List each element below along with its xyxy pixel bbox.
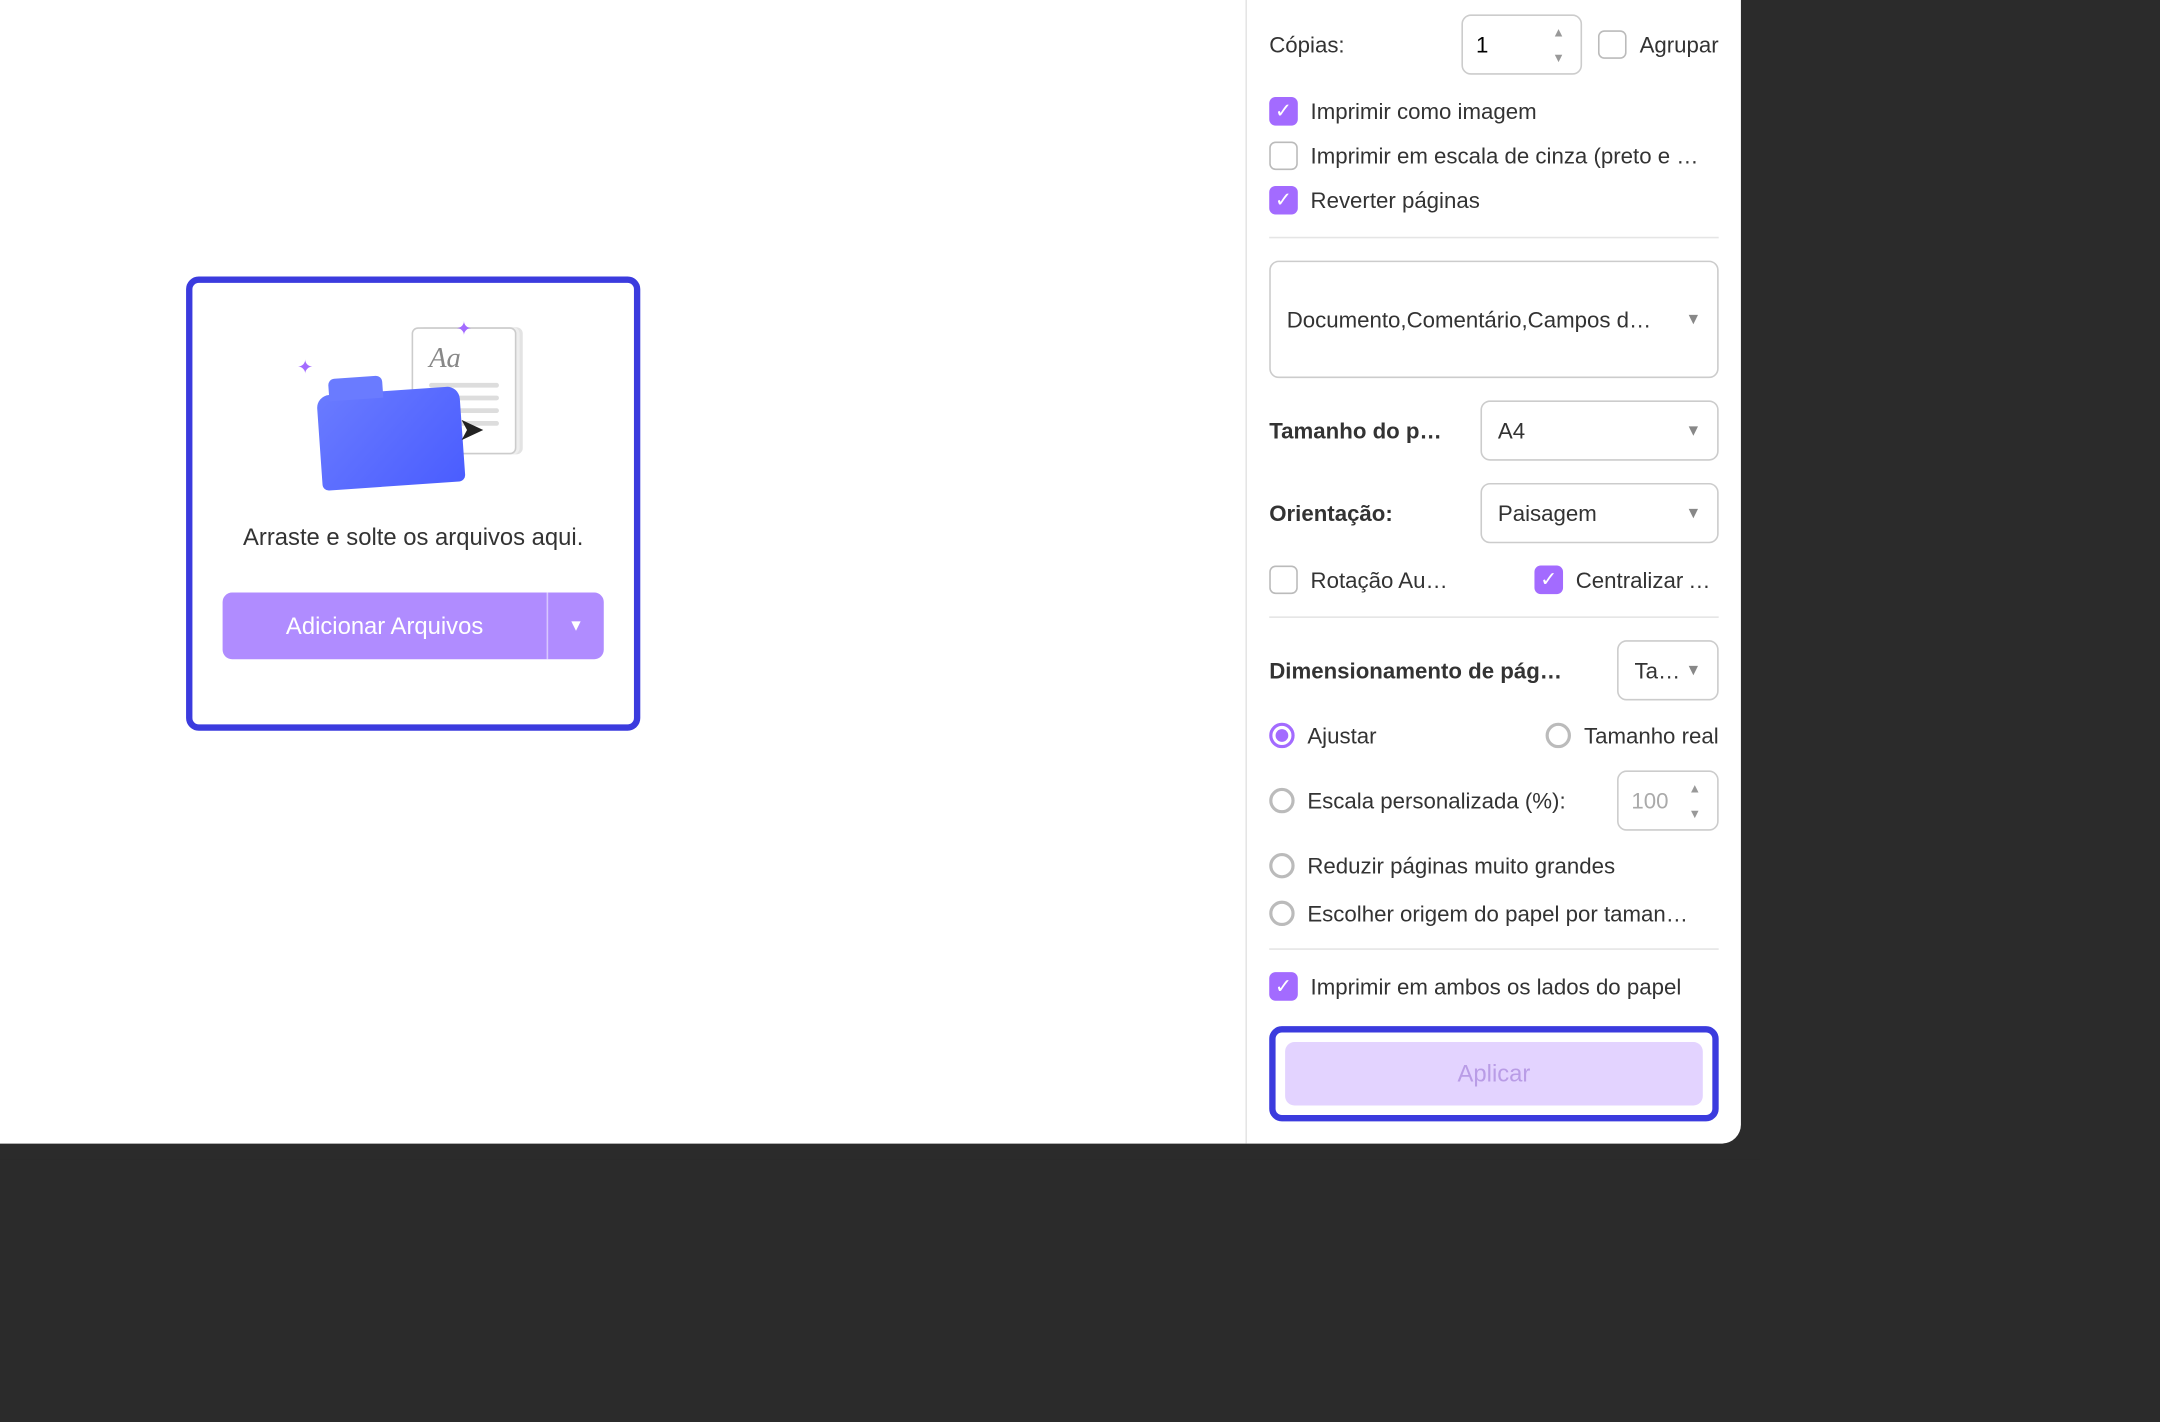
print-sidebar: ‹ Imprimir Microsoft Print to PDF ▼ Cópi… [1245, 0, 1741, 1144]
scaling-value: Ta… [1635, 658, 1681, 683]
spinner-up-icon[interactable]: ▲ [1552, 25, 1574, 39]
copies-label: Cópias: [1269, 32, 1344, 57]
paper-size-label: Tamanho do p… [1269, 418, 1442, 443]
custom-scale-value: 100 [1631, 788, 1668, 813]
orientation-value: Paisagem [1498, 500, 1597, 525]
add-files-label: Adicionar Arquivos [223, 612, 547, 639]
scaling-label: Dimensionamento de pág… [1269, 658, 1562, 683]
main-panel: ➤ ✦ ✦ Arraste e solte os arquivos aqui. … [0, 0, 1245, 1144]
orientation-label: Orientação: [1269, 500, 1393, 525]
sparkle-icon: ✦ [456, 318, 472, 340]
add-files-button[interactable]: Adicionar Arquivos ▼ [223, 593, 604, 660]
apply-button[interactable]: Aplicar [1285, 1042, 1703, 1106]
shrink-radio[interactable]: Reduzir páginas muito grandes [1269, 853, 1718, 878]
copies-input[interactable]: 1 ▲ ▼ [1462, 14, 1583, 74]
reverse-pages-checkbox[interactable]: ✓Reverter páginas [1269, 186, 1718, 215]
dropzone-text: Arraste e solte os arquivos aqui. [243, 524, 583, 551]
duplex-checkbox[interactable]: ✓Imprimir em ambos os lados do papel [1269, 972, 1718, 1001]
print-as-image-checkbox[interactable]: ✓Imprimir como imagem [1269, 97, 1718, 126]
paper-source-radio[interactable]: Escolher origem do papel por taman… [1269, 901, 1718, 926]
print-content-value: Documento,Comentário,Campos d… [1287, 307, 1652, 332]
collate-checkbox[interactable]: Agrupar [1598, 30, 1718, 59]
paper-size-select[interactable]: A4 ▼ [1480, 400, 1718, 460]
paper-size-value: A4 [1498, 418, 1525, 443]
dropzone-illustration: ➤ ✦ ✦ [294, 321, 532, 496]
caret-down-icon: ▼ [568, 617, 584, 634]
sparkle-icon: ✦ [297, 356, 313, 378]
actual-size-radio[interactable]: Tamanho real [1546, 723, 1719, 748]
caret-down-icon: ▼ [1685, 311, 1701, 328]
add-files-dropdown[interactable]: ▼ [547, 593, 604, 660]
copies-value: 1 [1476, 32, 1488, 57]
orientation-select[interactable]: Paisagem ▼ [1480, 483, 1718, 543]
dropzone[interactable]: ➤ ✦ ✦ Arraste e solte os arquivos aqui. … [186, 276, 640, 730]
auto-rotate-checkbox[interactable]: Rotação Auto… [1269, 566, 1453, 595]
spinner-down-icon[interactable]: ▼ [1689, 806, 1711, 820]
center-checkbox[interactable]: ✓Centralizar A… [1534, 566, 1718, 595]
spinner-down-icon[interactable]: ▼ [1552, 50, 1574, 64]
custom-scale-radio[interactable]: Escala personalizada (%): [1269, 788, 1565, 813]
print-content-select[interactable]: Documento,Comentário,Campos d… ▼ [1269, 261, 1718, 379]
fit-radio[interactable]: Ajustar [1269, 723, 1376, 748]
grayscale-checkbox[interactable]: Imprimir em escala de cinza (preto e … [1269, 141, 1718, 170]
caret-down-icon: ▼ [1685, 662, 1701, 679]
cursor-icon: ➤ [458, 410, 485, 450]
content-area: ➤ ✦ ✦ Arraste e solte os arquivos aqui. … [0, 0, 1741, 1144]
scaling-select[interactable]: Ta… ▼ [1617, 640, 1719, 700]
caret-down-icon: ▼ [1685, 422, 1701, 439]
caret-down-icon: ▼ [1685, 504, 1701, 521]
custom-scale-input[interactable]: 100 ▲ ▼ [1617, 770, 1719, 830]
spinner-up-icon[interactable]: ▲ [1689, 781, 1711, 795]
